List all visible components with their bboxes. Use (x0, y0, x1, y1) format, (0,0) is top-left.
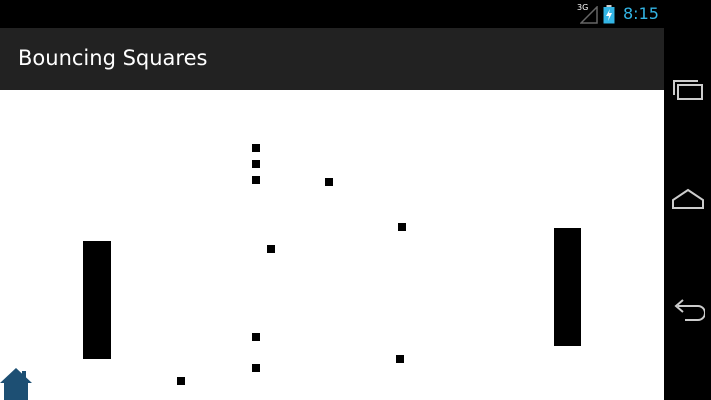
bouncing-square (252, 144, 260, 152)
game-scene (83, 144, 581, 385)
recent-apps-icon[interactable] (671, 73, 705, 103)
navigation-bar (664, 0, 711, 400)
bouncing-square (325, 178, 333, 186)
bouncing-square (396, 355, 404, 363)
home-button-icon[interactable] (671, 184, 705, 214)
bouncing-square (177, 377, 185, 385)
back-icon[interactable] (671, 295, 705, 325)
status-bar: 3G 8:15 (0, 0, 664, 28)
bouncing-square (267, 245, 275, 253)
bouncing-square (398, 223, 406, 231)
game-canvas[interactable] (0, 90, 664, 400)
app-title: Bouncing Squares (18, 46, 208, 70)
home-icon[interactable] (0, 366, 34, 400)
battery-charging-icon (603, 5, 615, 24)
left-paddle[interactable] (83, 241, 111, 359)
signal-icon (580, 6, 598, 24)
bouncing-square (252, 160, 260, 168)
status-time: 8:15 (623, 4, 659, 23)
bouncing-square (252, 176, 260, 184)
bouncing-square (252, 364, 260, 372)
action-bar: Bouncing Squares (0, 28, 664, 90)
right-paddle[interactable] (554, 228, 581, 346)
bouncing-square (252, 333, 260, 341)
